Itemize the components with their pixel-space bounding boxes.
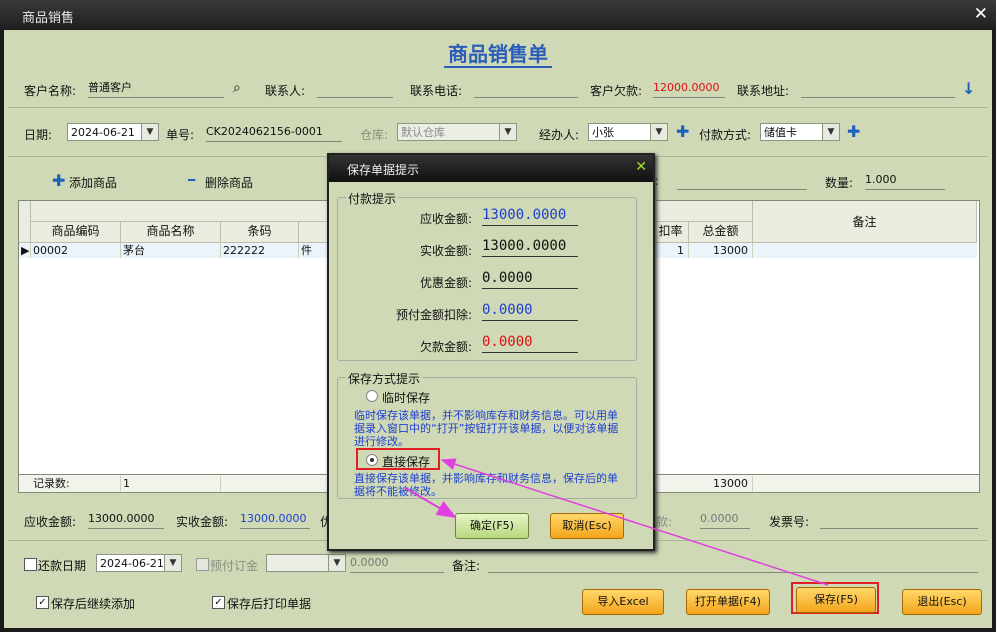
- arrow-to-direct-save: [440, 458, 829, 586]
- arrow-to-confirm: [404, 487, 457, 519]
- annotation-arrows: [404, 458, 829, 586]
